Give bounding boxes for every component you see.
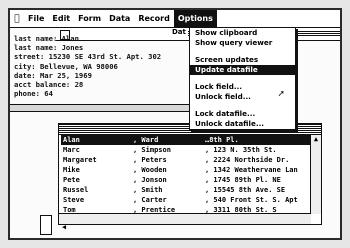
first-name-cell: Mike [63, 166, 80, 174]
street-cell: , 1342 Weathervane Lan [205, 166, 298, 174]
list-vertical-scrollbar[interactable]: ▲ [310, 135, 321, 214]
scroll-up-arrow-icon[interactable]: ▲ [311, 135, 321, 144]
first-name-cell: Alan [61, 135, 131, 145]
menu-bar:  File Edit Form Data Record Options [10, 10, 340, 28]
menu-item-show-clipboard[interactable]: Show clipboard [190, 28, 295, 38]
menu-item-screen-updates[interactable]: Screen updates [190, 55, 295, 65]
menu-form[interactable]: Form [74, 10, 105, 27]
options-dropdown-menu: Show clipboard Show query viewer Screen … [189, 27, 296, 130]
menu-record[interactable]: Record [134, 10, 174, 27]
list-window: Alan , Ward …8th Pl. Marc , Simpson , 12… [58, 123, 322, 231]
first-name-cell: Margaret [63, 156, 97, 164]
street-cell: , 1745 89th Pl. NE [205, 176, 281, 184]
last-name-cell: , Peters [133, 156, 167, 164]
street-cell: , 123 N. 35th St. [205, 146, 277, 154]
menu-separator [190, 102, 295, 109]
street-cell: …8th Pl. [203, 135, 315, 145]
menu-item-unlock-datafile[interactable]: Unlock datafile... [190, 119, 295, 129]
table-row[interactable]: Mike , Wooden , 1342 Weathervane Lan [61, 165, 315, 175]
street-cell: , 2224 Northside Dr. [205, 156, 290, 164]
list-horizontal-scrollbar[interactable]: ◀ [59, 213, 311, 231]
last-name-cell: , Carter [133, 196, 167, 204]
menu-edit[interactable]: Edit [48, 10, 74, 27]
last-name-cell: , Simpson [133, 146, 171, 154]
first-name-cell: Russel [63, 186, 89, 194]
record-list-table: Alan , Ward …8th Pl. Marc , Simpson , 12… [61, 135, 315, 215]
table-row[interactable]: Margaret , Peters , 2224 Northside Dr. [61, 155, 315, 165]
table-row[interactable]: Steve , Carter , 540 Front St. S. Apt [61, 195, 315, 205]
last-name-cell: , Jonson [133, 176, 167, 184]
menu-item-update-datafile[interactable]: Update datafile [190, 65, 295, 75]
table-row[interactable]: Alan , Ward …8th Pl. [61, 135, 315, 145]
menu-file[interactable]: File [24, 10, 48, 27]
size-box-icon[interactable] [40, 215, 52, 235]
last-name-cell: , Ward [131, 135, 203, 145]
apple-menu-icon[interactable]:  [10, 14, 24, 24]
mouse-cursor-icon: ➚ [278, 89, 285, 100]
last-name-cell: , Wooden [133, 166, 167, 174]
scroll-left-arrow-icon[interactable]: ◀ [59, 223, 69, 232]
menu-separator [190, 48, 295, 55]
menu-separator [190, 75, 295, 82]
table-row[interactable]: Pete , Jonson , 1745 89th Pl. NE [61, 175, 315, 185]
monitor-screen:  File Edit Form Data Record Options Dat… [8, 8, 342, 240]
first-name-cell: Marc [63, 146, 80, 154]
menu-item-show-query-viewer[interactable]: Show query viewer [190, 38, 295, 48]
menu-data[interactable]: Data [105, 10, 134, 27]
first-name-cell: Pete [63, 176, 80, 184]
menu-item-lock-datafile[interactable]: Lock datafile... [190, 109, 295, 119]
last-name-cell: , Smith [133, 186, 163, 194]
menu-options[interactable]: Options [173, 10, 217, 27]
street-cell: , 540 Front St. S. Apt [205, 196, 298, 204]
first-name-cell: Steve [63, 196, 85, 204]
table-row[interactable]: Marc , Simpson , 123 N. 35th St. [61, 145, 315, 155]
street-cell: , 15545 8th Ave. SE [205, 186, 286, 194]
table-row[interactable]: Russel , Smith , 15545 8th Ave. SE [61, 185, 315, 195]
